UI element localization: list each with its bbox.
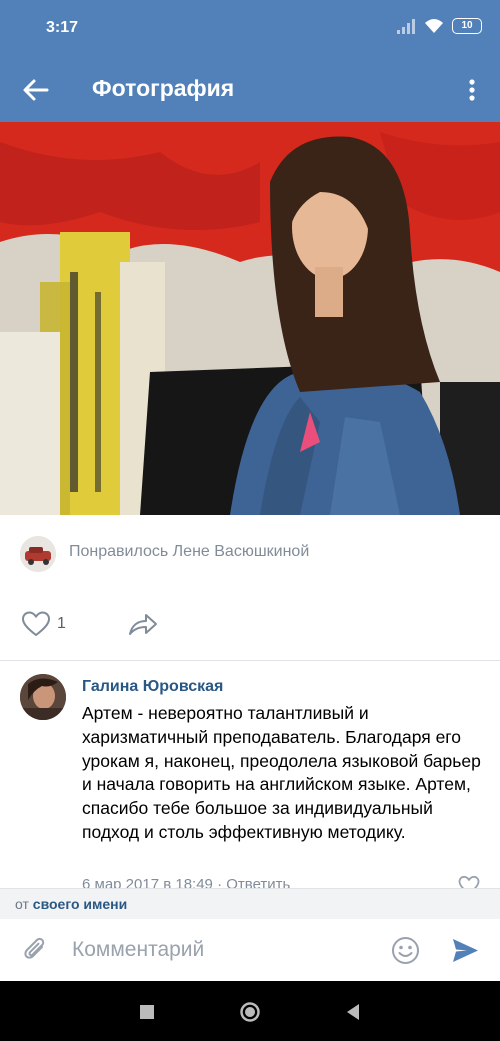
status-time: 3:17 [46,19,79,36]
comment-text: Артем - невероятно талантливый и харизма… [82,703,481,842]
app-bar: Фотография [0,58,500,122]
back-arrow-icon[interactable] [20,74,52,106]
comment-date: 6 мар 2017 в 18:49 [82,876,213,888]
status-bar: 3:17 10 [0,0,500,58]
more-vertical-icon[interactable] [462,74,482,106]
main-photo[interactable] [0,122,500,515]
post-actions: 1 [0,600,500,648]
send-icon[interactable] [451,936,480,965]
home-icon[interactable] [239,1001,261,1023]
status-icons: 10 [396,18,482,34]
battery-icon: 10 [452,18,482,34]
page-title: Фотография [92,75,235,101]
comment-as-link[interactable]: своего имени [33,896,127,912]
comment-author-avatar[interactable] [20,674,66,720]
photo-image [0,122,500,515]
heart-outline-icon[interactable] [21,610,51,638]
paperclip-icon[interactable] [20,935,50,965]
signal-icon [397,19,415,34]
share-arrow-icon[interactable] [127,610,159,638]
comment-heart-icon[interactable] [458,875,480,888]
liker-avatar [20,536,56,572]
likes-summary-text: Понравилось Лене Васюшкиной [69,543,310,560]
comment-as-bar[interactable]: от своего имени [0,888,500,919]
comment-as-text: от своего имени [15,896,127,912]
reply-link[interactable]: Ответить [226,876,290,888]
comment-meta: 6 мар 2017 в 18:49 · Ответить [82,876,290,888]
comment-input[interactable] [72,933,372,967]
likes-summary[interactable]: Понравилось Лене Васюшкиной [0,530,500,576]
like-count: 1 [57,615,66,632]
back-triangle-icon[interactable] [343,1001,365,1023]
smile-icon[interactable] [391,936,420,965]
comment-as-prefix: от [15,896,29,912]
recents-icon[interactable] [136,1001,158,1023]
comment-composer [0,919,500,981]
comment-item: Галина Юровская Артем - невероятно талан… [0,661,500,888]
system-nav-bar [0,981,500,1041]
comment-author[interactable]: Галина Юровская [82,678,223,696]
wifi-icon [425,19,443,33]
meta-separator: · [217,876,223,888]
